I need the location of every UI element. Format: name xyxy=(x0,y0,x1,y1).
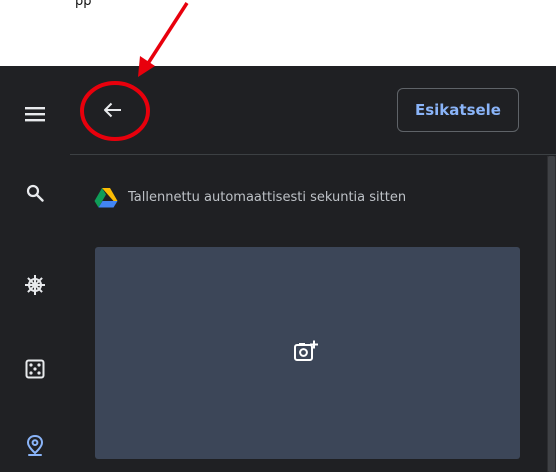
search-icon xyxy=(26,184,44,202)
header-image-placeholder[interactable] xyxy=(95,247,520,459)
scrollbar[interactable] xyxy=(547,156,556,472)
theme-button[interactable] xyxy=(0,263,70,307)
scrollbar-thumb[interactable] xyxy=(548,156,555,472)
sidebar xyxy=(0,66,70,472)
main-panel: Esikatsele Tallennettu automaattisesti s… xyxy=(70,66,556,472)
google-drive-icon xyxy=(94,187,118,207)
hamburger-menu-icon xyxy=(25,107,45,122)
arrow-left-icon xyxy=(104,102,121,118)
search-button[interactable] xyxy=(0,171,70,215)
autosave-status: Tallennettu automaattisesti sekuntia sit… xyxy=(94,185,406,209)
dice-button[interactable] xyxy=(0,347,70,391)
app-window: Esikatsele Tallennettu automaattisesti s… xyxy=(0,66,556,472)
location-button[interactable] xyxy=(0,424,70,468)
autosave-text: Tallennettu automaattisesti sekuntia sit… xyxy=(128,189,407,205)
ship-wheel-icon xyxy=(25,275,45,295)
back-button[interactable] xyxy=(92,89,134,131)
toolbar: Esikatsele xyxy=(70,66,556,155)
menu-button[interactable] xyxy=(0,92,70,136)
dice-icon xyxy=(25,359,45,379)
top-cropped-label: pp xyxy=(75,0,92,9)
preview-button[interactable]: Esikatsele xyxy=(397,88,519,132)
location-pin-icon xyxy=(26,434,44,456)
add-photo-icon[interactable] xyxy=(293,339,319,365)
top-background: pp xyxy=(0,0,556,66)
